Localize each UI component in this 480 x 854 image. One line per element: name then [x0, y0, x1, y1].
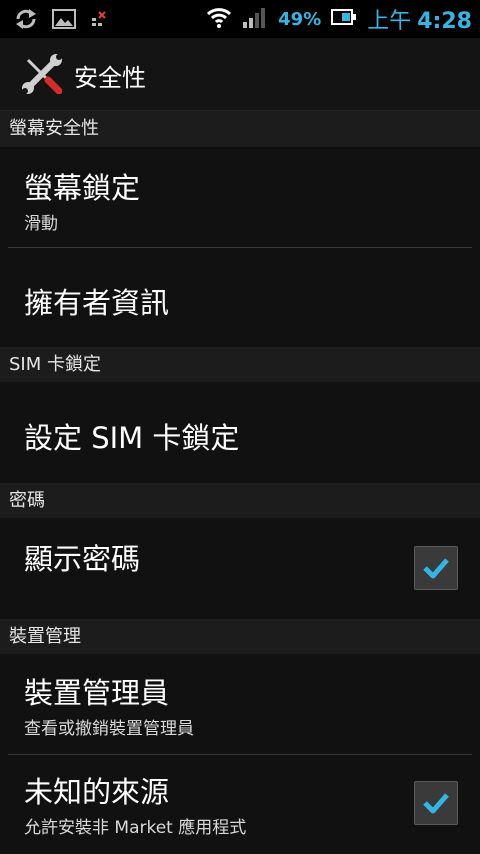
- check-icon: [423, 558, 449, 579]
- page-title: 安全性: [74, 64, 146, 92]
- battery-percent: 49%: [278, 8, 322, 30]
- list-item-owner-info[interactable]: 擁有者資訊: [0, 248, 480, 347]
- wifi-icon: [206, 6, 232, 32]
- list-item-screen-lock[interactable]: 螢幕鎖定 滑動: [0, 147, 480, 248]
- tools-icon[interactable]: [22, 54, 63, 95]
- list-item-set-sim-lock[interactable]: 設定 SIM 卡鎖定: [0, 382, 480, 483]
- item-title: 設定 SIM 卡鎖定: [24, 421, 240, 455]
- section-header-screen-security: 螢幕安全性: [0, 111, 480, 147]
- unknown-sources-checkbox[interactable]: [414, 781, 458, 825]
- check-icon: [423, 793, 449, 814]
- item-title: 裝置管理員: [24, 676, 170, 710]
- title-bar: 安全性: [0, 38, 480, 111]
- clock: 上午 4:28: [367, 3, 472, 35]
- item-title: 顯示密碼: [24, 542, 141, 576]
- list-item-device-administrators[interactable]: 裝置管理員 查看或撤銷裝置管理員: [0, 654, 480, 755]
- clock-time: 4:28: [417, 9, 472, 34]
- picture-icon: [52, 9, 76, 33]
- item-title: 擁有者資訊: [24, 286, 170, 320]
- sim-error-icon: [90, 10, 108, 32]
- list-item-show-password[interactable]: 顯示密碼: [0, 518, 480, 619]
- item-title: 螢幕鎖定: [24, 171, 141, 205]
- item-summary: 允許安裝非 Market 應用程式: [24, 818, 247, 838]
- show-password-checkbox[interactable]: [414, 546, 458, 590]
- list-item-unknown-sources[interactable]: 未知的來源 允許安裝非 Market 應用程式: [0, 755, 480, 854]
- signal-icon: [242, 6, 268, 32]
- item-title: 未知的來源: [24, 775, 170, 809]
- sync-icon: [14, 8, 38, 34]
- section-header-sim-lock: SIM 卡鎖定: [0, 347, 480, 382]
- section-header-password: 密碼: [0, 483, 480, 518]
- settings-list: 螢幕安全性 螢幕鎖定 滑動 擁有者資訊 SIM 卡鎖定 設定 SIM 卡鎖定 密…: [0, 111, 480, 854]
- item-summary: 查看或撤銷裝置管理員: [24, 719, 194, 739]
- section-header-device-admin: 裝置管理: [0, 619, 480, 654]
- status-bar: 49% 上午 4:28: [0, 0, 480, 38]
- clock-ampm: 上午: [367, 9, 412, 34]
- battery-icon: [331, 8, 357, 30]
- item-summary: 滑動: [24, 214, 58, 234]
